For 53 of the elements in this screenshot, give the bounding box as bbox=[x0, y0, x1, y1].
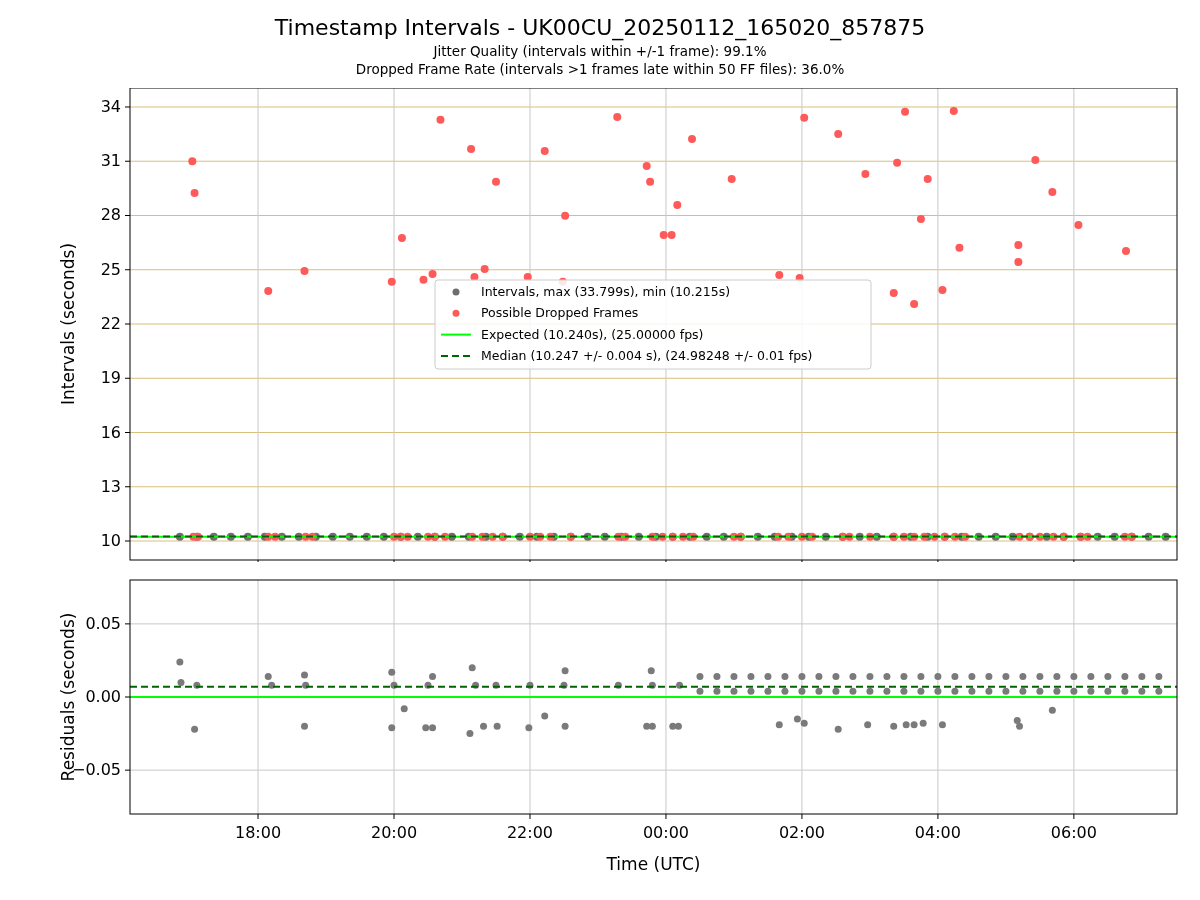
chart-subtitle: Jitter Quality (intervals within +/-1 frame): 99.1% bbox=[433, 42, 767, 60]
x-tick-label: 22:00 bbox=[506, 823, 554, 842]
tick-mark bbox=[529, 559, 531, 562]
legend-label: Expected (10.240s), (25.00000 fps) bbox=[481, 326, 704, 342]
y-tick-label: 19 bbox=[100, 368, 121, 388]
tick-mark bbox=[124, 623, 131, 625]
tick-mark bbox=[124, 486, 131, 488]
tick-mark bbox=[257, 559, 259, 562]
y-tick-label: 0.05 bbox=[85, 613, 121, 633]
x-tick-label: 00:00 bbox=[642, 823, 689, 842]
tick-mark bbox=[257, 813, 259, 820]
tick-mark bbox=[665, 559, 667, 562]
tick-mark bbox=[937, 813, 939, 820]
tick-mark bbox=[124, 432, 131, 433]
x-tick-label: 04:00 bbox=[914, 823, 961, 842]
tick-mark bbox=[1073, 559, 1075, 562]
x-tick-label: 20:00 bbox=[370, 823, 418, 842]
y-tick-label: 28 bbox=[100, 205, 121, 225]
tick-mark bbox=[393, 813, 395, 820]
y-tick-label: 25 bbox=[100, 259, 121, 279]
y-tick-label: 16 bbox=[100, 422, 121, 442]
x-tick-label: 18:00 bbox=[235, 823, 282, 842]
tick-mark bbox=[124, 540, 131, 542]
tick-mark bbox=[393, 559, 395, 562]
tick-mark bbox=[124, 696, 131, 698]
tick-mark bbox=[124, 323, 131, 325]
y-tick-label: 0.00 bbox=[85, 687, 121, 706]
tick-mark bbox=[124, 160, 131, 162]
tick-mark bbox=[124, 769, 131, 771]
tick-mark bbox=[124, 215, 131, 216]
tick-mark bbox=[529, 813, 531, 820]
y-axis-label: Intervals (seconds) bbox=[58, 242, 78, 406]
tick-mark bbox=[801, 559, 803, 562]
y-tick-label: 34 bbox=[100, 97, 121, 116]
chart-subtitle: Dropped Frame Rate (intervals >1 frames late within 50 FF files): 36.0% bbox=[355, 60, 845, 78]
y-tick-label: 31 bbox=[100, 151, 121, 171]
x-axis-label: Time (UTC) bbox=[606, 854, 701, 874]
tick-mark bbox=[1073, 813, 1075, 820]
tick-mark bbox=[124, 377, 131, 379]
tick-mark bbox=[124, 269, 131, 271]
legend-label: Median (10.247 +/- 0.004 s), (24.98248 +/- 0.01 fps) bbox=[481, 347, 813, 363]
tick-mark bbox=[801, 813, 803, 820]
tick-mark bbox=[665, 813, 667, 820]
y-tick-label: 22 bbox=[100, 314, 121, 333]
legend-label: Intervals, max (33.799s), min (10.215s) bbox=[481, 284, 731, 299]
tick-mark bbox=[937, 559, 939, 562]
legend-label: Possible Dropped Frames bbox=[481, 305, 639, 321]
x-tick-label: 02:00 bbox=[778, 823, 825, 842]
chart-title: Timestamp Intervals - UK00CU_20250112_165020_857875 bbox=[274, 14, 926, 42]
tick-mark bbox=[124, 106, 131, 108]
x-tick-label: 06:00 bbox=[1050, 823, 1097, 842]
y-tick-label: 13 bbox=[100, 476, 121, 496]
y-tick-label: 10 bbox=[100, 531, 121, 550]
